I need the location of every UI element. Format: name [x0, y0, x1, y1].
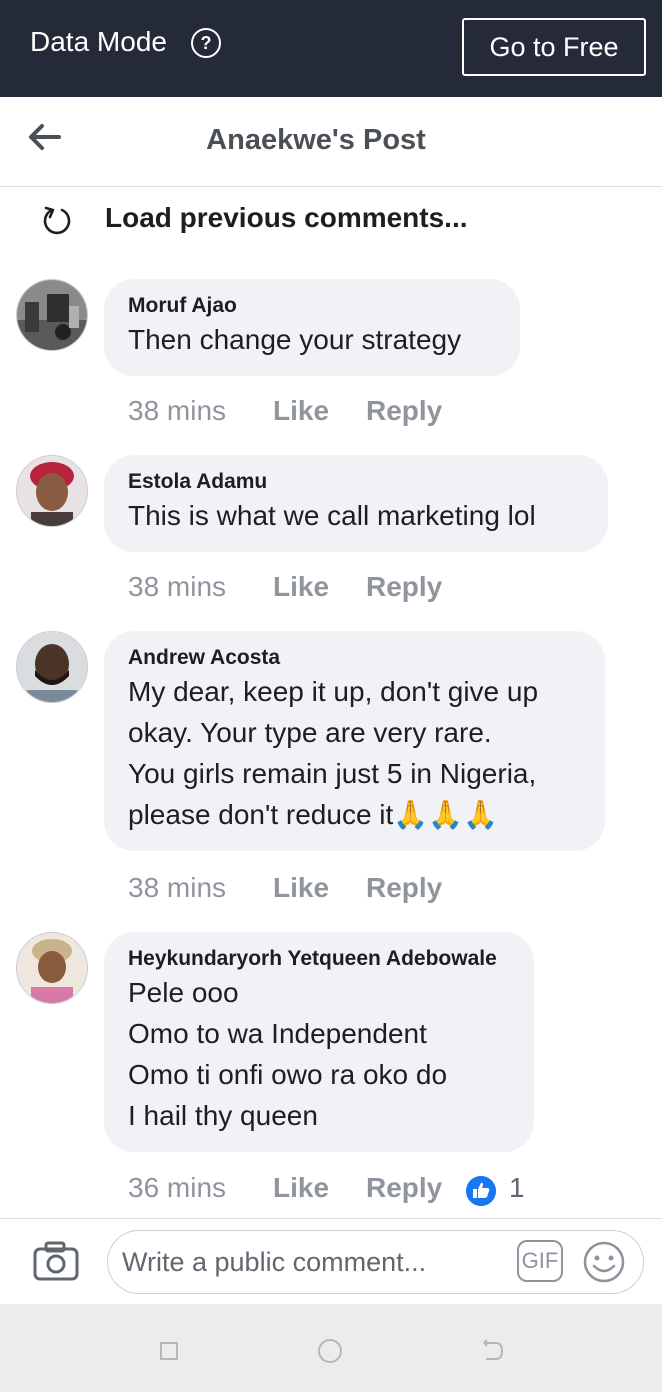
comment-bubble: Andrew Acosta My dear, keep it up, don't…: [104, 631, 605, 851]
comment-author[interactable]: Andrew Acosta: [128, 645, 581, 671]
go-to-free-button[interactable]: Go to Free: [462, 18, 646, 76]
reply-button[interactable]: Reply: [366, 395, 442, 427]
load-previous-label: Load previous comments...: [105, 202, 468, 233]
like-button[interactable]: Like: [273, 571, 329, 603]
avatar[interactable]: [16, 455, 88, 527]
comment-author[interactable]: Moruf Ajao: [128, 293, 496, 319]
comment-time[interactable]: 38 mins: [128, 571, 226, 603]
post-header: Anaekwe's Post: [0, 97, 662, 187]
reply-button[interactable]: Reply: [366, 872, 442, 904]
camera-icon[interactable]: [32, 1240, 80, 1282]
avatar[interactable]: [16, 631, 88, 703]
page-title: Anaekwe's Post: [206, 124, 426, 156]
comment-bubble: Moruf Ajao Then change your strategy: [104, 279, 520, 376]
reply-button[interactable]: Reply: [366, 571, 442, 603]
comment-bubble: Heykundaryorh Yetqueen Adebowale Pele oo…: [104, 932, 534, 1152]
reload-icon: [43, 206, 71, 235]
comment-input[interactable]: Write a public comment... GIF: [107, 1230, 644, 1294]
gif-icon[interactable]: GIF: [517, 1240, 563, 1282]
data-mode-label: Data Mode: [30, 26, 167, 57]
data-mode-bar: Data Mode ? Go to Free: [0, 0, 662, 97]
comment-time[interactable]: 36 mins: [128, 1172, 226, 1204]
home-icon[interactable]: [316, 1337, 344, 1365]
reply-button[interactable]: Reply: [366, 1172, 442, 1204]
system-nav-bar: [0, 1304, 662, 1392]
smiley-icon[interactable]: [582, 1240, 626, 1284]
like-button[interactable]: Like: [273, 395, 329, 427]
comment-text: Then change your strategy: [128, 324, 462, 355]
comment-input-placeholder: Write a public comment...: [122, 1247, 427, 1277]
like-button[interactable]: Like: [273, 872, 329, 904]
thumbs-up-icon[interactable]: [466, 1176, 496, 1206]
reaction-count[interactable]: 1: [509, 1172, 525, 1204]
avatar[interactable]: [16, 279, 88, 351]
comment-author[interactable]: Heykundaryorh Yetqueen Adebowale: [128, 946, 510, 972]
comment-text: This is what we call marketing lol: [128, 500, 536, 531]
comment-time[interactable]: 38 mins: [128, 395, 226, 427]
avatar[interactable]: [16, 932, 88, 1004]
comment-time[interactable]: 38 mins: [128, 872, 226, 904]
comment-author[interactable]: Estola Adamu: [128, 469, 584, 495]
comment-text: My dear, keep it up, don't give up okay.…: [128, 676, 539, 830]
nav-back-icon[interactable]: [478, 1337, 506, 1365]
comment-composer: Write a public comment... GIF: [0, 1218, 662, 1305]
comment-text: Pele ooo Omo to wa Independent Omo ti on…: [128, 977, 448, 1131]
question-circle-icon[interactable]: ?: [191, 28, 221, 58]
like-button[interactable]: Like: [273, 1172, 329, 1204]
comment-bubble: Estola Adamu This is what we call market…: [104, 455, 608, 552]
recent-apps-icon[interactable]: [155, 1337, 183, 1365]
